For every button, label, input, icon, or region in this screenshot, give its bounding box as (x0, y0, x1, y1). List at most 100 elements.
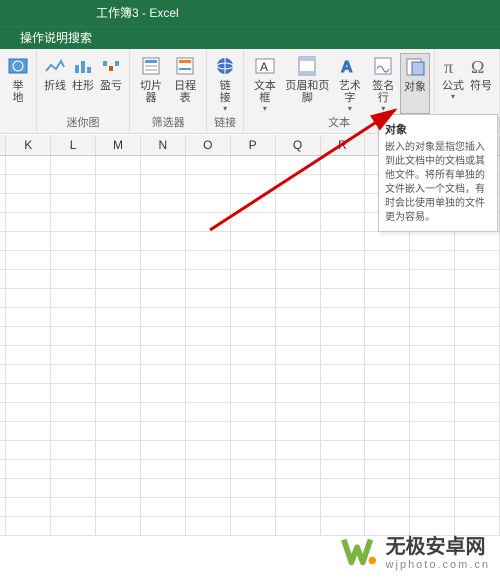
column-header[interactable]: L (51, 135, 96, 155)
cell[interactable] (321, 175, 366, 194)
cell[interactable] (276, 327, 321, 346)
textbox-btn[interactable]: A文本框▾ (248, 53, 281, 114)
cell[interactable] (321, 251, 366, 270)
signature-btn[interactable]: 签名行▾ (367, 53, 400, 114)
cell[interactable] (455, 384, 500, 403)
wordart-btn[interactable]: A艺术字▾ (333, 53, 366, 114)
cell[interactable] (51, 365, 96, 384)
cell[interactable] (231, 517, 276, 536)
cell[interactable] (96, 403, 141, 422)
cell[interactable] (6, 251, 51, 270)
cell[interactable] (365, 251, 410, 270)
cell[interactable] (231, 308, 276, 327)
cell[interactable] (276, 346, 321, 365)
cell[interactable] (231, 213, 276, 232)
cell[interactable] (410, 289, 455, 308)
cell[interactable] (455, 422, 500, 441)
column-header[interactable]: R (321, 135, 366, 155)
cell[interactable] (365, 441, 410, 460)
cell[interactable] (51, 308, 96, 327)
cell[interactable] (96, 213, 141, 232)
cell[interactable] (186, 517, 231, 536)
cell[interactable] (276, 232, 321, 251)
cell[interactable] (51, 213, 96, 232)
cell[interactable] (276, 403, 321, 422)
cell[interactable] (96, 365, 141, 384)
equation-btn[interactable]: π公式▾ (439, 53, 467, 114)
cell[interactable] (276, 194, 321, 213)
column-header[interactable]: P (231, 135, 276, 155)
cell[interactable] (141, 346, 186, 365)
cell[interactable] (96, 175, 141, 194)
cell[interactable] (186, 498, 231, 517)
cell[interactable] (455, 270, 500, 289)
cell[interactable] (321, 479, 366, 498)
cell[interactable] (96, 346, 141, 365)
cell[interactable] (231, 194, 276, 213)
cell[interactable] (6, 308, 51, 327)
cell[interactable] (455, 251, 500, 270)
cell[interactable] (186, 422, 231, 441)
cell[interactable] (6, 327, 51, 346)
cell[interactable] (276, 270, 321, 289)
cell[interactable] (321, 346, 366, 365)
cell[interactable] (186, 175, 231, 194)
cell[interactable] (141, 308, 186, 327)
cell[interactable] (141, 270, 186, 289)
cell[interactable] (276, 460, 321, 479)
cell[interactable] (365, 289, 410, 308)
cell[interactable] (455, 498, 500, 517)
cell[interactable] (51, 346, 96, 365)
cell[interactable] (276, 251, 321, 270)
cell[interactable] (6, 422, 51, 441)
cell[interactable] (455, 460, 500, 479)
cell[interactable] (365, 327, 410, 346)
cell[interactable] (141, 232, 186, 251)
cell[interactable] (186, 346, 231, 365)
cell[interactable] (141, 327, 186, 346)
cell[interactable] (186, 403, 231, 422)
cell[interactable] (321, 441, 366, 460)
cell[interactable] (141, 498, 186, 517)
cell[interactable] (231, 460, 276, 479)
cell[interactable] (276, 156, 321, 175)
cell[interactable] (410, 498, 455, 517)
cell[interactable] (321, 232, 366, 251)
cell[interactable] (51, 441, 96, 460)
cell[interactable] (231, 422, 276, 441)
cell[interactable] (455, 479, 500, 498)
cell[interactable] (276, 384, 321, 403)
cell[interactable] (455, 232, 500, 251)
cell[interactable] (410, 270, 455, 289)
cell[interactable] (365, 498, 410, 517)
cell[interactable] (276, 365, 321, 384)
tell-me-search[interactable]: 操作说明搜索 (0, 26, 500, 49)
cell[interactable] (96, 289, 141, 308)
cell[interactable] (321, 327, 366, 346)
cell[interactable] (51, 327, 96, 346)
column-header[interactable]: K (6, 135, 51, 155)
cell[interactable] (51, 156, 96, 175)
cell[interactable] (141, 460, 186, 479)
cell[interactable] (186, 365, 231, 384)
cell[interactable] (365, 403, 410, 422)
cell[interactable] (455, 365, 500, 384)
cell[interactable] (141, 517, 186, 536)
cell[interactable] (6, 289, 51, 308)
cell[interactable] (96, 156, 141, 175)
cell[interactable] (455, 308, 500, 327)
cell[interactable] (96, 308, 141, 327)
cell[interactable] (96, 460, 141, 479)
cell[interactable] (410, 232, 455, 251)
cell[interactable] (186, 441, 231, 460)
cell[interactable] (6, 517, 51, 536)
cell[interactable] (141, 479, 186, 498)
cell[interactable] (96, 498, 141, 517)
cell[interactable] (410, 251, 455, 270)
cell[interactable] (321, 156, 366, 175)
cell[interactable] (410, 365, 455, 384)
cell[interactable] (141, 251, 186, 270)
cell[interactable] (141, 156, 186, 175)
cell[interactable] (410, 479, 455, 498)
cell[interactable] (96, 479, 141, 498)
